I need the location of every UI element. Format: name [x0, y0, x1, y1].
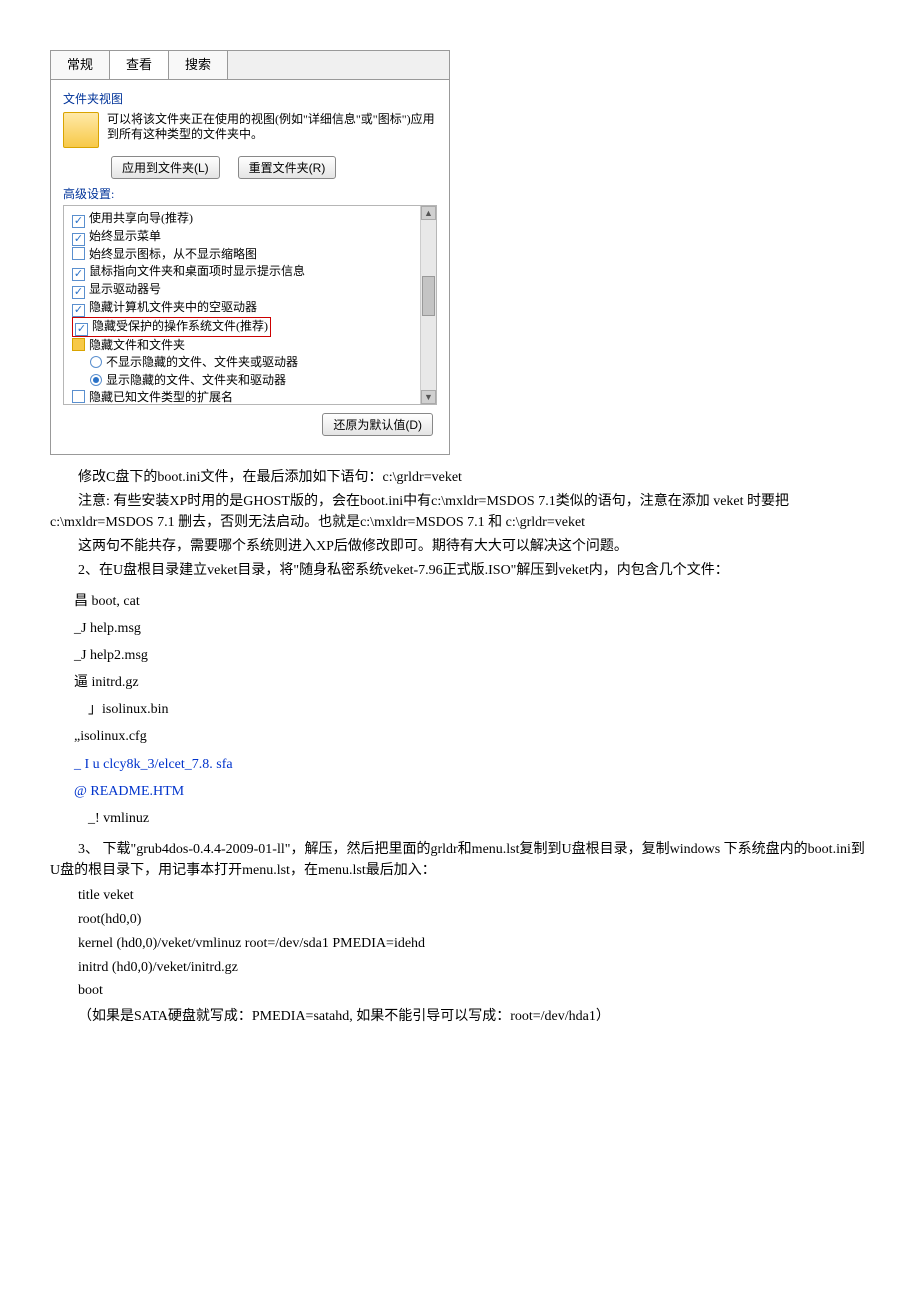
opt-show-drive-letter[interactable]: 显示驱动器号 — [72, 281, 416, 299]
opt-show-tooltip[interactable]: 鼠标指向文件夹和桌面项时显示提示信息 — [72, 263, 416, 281]
opt-always-icons[interactable]: 始终显示图标，从不显示缩略图 — [72, 246, 416, 263]
advanced-settings-label: 高级设置: — [63, 185, 437, 203]
radio-icon[interactable] — [90, 356, 102, 368]
checkbox-icon[interactable] — [72, 286, 85, 299]
code-line: title veket — [78, 884, 870, 908]
opt-dont-show-hidden[interactable]: 不显示隐藏的文件、文件夹或驱动器 — [72, 354, 416, 371]
file-item: 逼 initrd.gz — [74, 670, 870, 695]
opt-hidden-files-group: 隐藏文件和文件夹 — [72, 337, 416, 354]
file-item: „isolinux.cfg — [74, 724, 870, 749]
scroll-up-icon[interactable]: ▲ — [421, 206, 436, 220]
opt-always-menu[interactable]: 始终显示菜单 — [72, 228, 416, 246]
code-line: initrd (hd0,0)/veket/initrd.gz — [78, 956, 870, 980]
paragraph: 3、 下载"grub4dos-0.4.4-2009-01-ll"，解压，然后把里… — [50, 839, 870, 881]
file-item: @ README.HTM — [74, 779, 870, 804]
opt-hide-extensions[interactable]: 隐藏已知文件类型的扩展名 — [72, 389, 416, 403]
code-line: boot — [78, 979, 870, 1003]
file-item: 昌 boot, cat — [74, 589, 870, 614]
file-item: _J help.msg — [74, 616, 870, 641]
opt-show-hidden[interactable]: 显示隐藏的文件、文件夹和驱动器 — [72, 372, 416, 389]
radio-icon[interactable] — [90, 374, 102, 386]
code-block: title veket root(hd0,0) kernel (hd0,0)/v… — [78, 884, 870, 1003]
folder-icon — [63, 112, 99, 148]
opt-hide-empty-drives[interactable]: 隐藏计算机文件夹中的空驱动器 — [72, 299, 416, 317]
tab-general[interactable]: 常规 — [51, 51, 110, 79]
checkbox-icon[interactable] — [72, 247, 85, 260]
apply-to-folders-button[interactable]: 应用到文件夹(L) — [111, 156, 220, 179]
scroll-thumb[interactable] — [422, 276, 435, 316]
checkbox-icon[interactable] — [72, 233, 85, 246]
folder-view-desc: 可以将该文件夹正在使用的视图(例如"详细信息"或"图标")应用到所有这种类型的文… — [107, 112, 437, 148]
scroll-down-icon[interactable]: ▼ — [421, 390, 436, 404]
checkbox-icon[interactable] — [72, 215, 85, 228]
reset-folders-button[interactable]: 重置文件夹(R) — [238, 156, 337, 179]
checkbox-icon[interactable] — [72, 390, 85, 403]
folder-view-label: 文件夹视图 — [63, 90, 437, 108]
paragraph: （如果是SATA硬盘就写成：PMEDIA=satahd, 如果不能引导可以写成：… — [50, 1006, 870, 1027]
code-line: kernel (hd0,0)/veket/vmlinuz root=/dev/s… — [78, 932, 870, 956]
file-item: _J help2.msg — [74, 643, 870, 668]
article-body: 修改C盘下的boot.ini文件，在最后添加如下语句：c:\grldr=veke… — [50, 467, 870, 1028]
code-line: root(hd0,0) — [78, 908, 870, 932]
advanced-settings-list: 使用共享向导(推荐) 始终显示菜单 始终显示图标，从不显示缩略图 鼠标指向文件夹… — [63, 205, 437, 405]
opt-share-wizard[interactable]: 使用共享向导(推荐) — [72, 210, 416, 228]
checkbox-icon[interactable] — [75, 323, 88, 336]
file-item: _ I u clcy8k_3/elcet_7.8. sfa — [74, 752, 870, 777]
tab-search[interactable]: 搜索 — [169, 51, 228, 79]
paragraph: 2、在U盘根目录建立veket目录，将"随身私密系统veket-7.96正式版.… — [50, 560, 870, 581]
paragraph: 这两句不能共存，需要哪个系统则进入XP后做修改即可。期待有大大可以解决这个问题。 — [50, 536, 870, 557]
checkbox-icon[interactable] — [72, 304, 85, 317]
file-item: _! vmlinuz — [74, 806, 870, 831]
restore-defaults-button[interactable]: 还原为默认值(D) — [322, 413, 433, 436]
folder-options-dialog: 常规 查看 搜索 文件夹视图 可以将该文件夹正在使用的视图(例如"详细信息"或"… — [50, 50, 450, 455]
folder-small-icon — [72, 338, 85, 351]
paragraph: 注意: 有些安装XP时用的是GHOST版的，会在boot.ini中有c:\mxl… — [50, 491, 870, 533]
tabs-bar: 常规 查看 搜索 — [51, 51, 449, 80]
scrollbar[interactable]: ▲ ▼ — [420, 206, 436, 404]
tab-view[interactable]: 查看 — [110, 51, 169, 79]
file-item: 」isolinux.bin — [74, 697, 870, 722]
checkbox-icon[interactable] — [72, 268, 85, 281]
opt-hide-protected-os-files[interactable]: 隐藏受保护的操作系统文件(推荐) — [72, 317, 271, 337]
paragraph: 修改C盘下的boot.ini文件，在最后添加如下语句：c:\grldr=veke… — [50, 467, 870, 488]
file-list: 昌 boot, cat _J help.msg _J help2.msg 逼 i… — [74, 589, 870, 832]
